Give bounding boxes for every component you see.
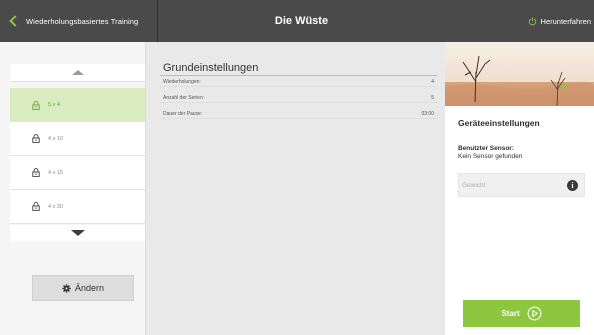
back-label: Wiederholungsbasiertes Training [26,16,139,26]
desert-image [445,42,594,106]
change-label: Ändern [74,283,105,293]
chevron-left-icon [9,15,21,27]
settings-key: Anzahl der Serien: [163,95,205,101]
program-sidebar: 5 x 4 4 x 10 4 x 15 4 x 30 Ändern [0,42,164,335]
device-settings-title: Geräteeinstellungen [458,118,540,128]
settings-value: 5 [431,95,434,101]
gear-icon [62,283,71,293]
back-button[interactable]: Wiederholungsbasiertes Training [8,15,139,27]
sidebar-item-4x10[interactable]: 4 x 10 [10,122,145,156]
change-button[interactable]: Ändern [32,275,134,301]
lock-icon [32,134,40,143]
chevron-down-icon [70,230,85,236]
device-panel: Geräteeinstellungen Benutzter Sensor: Ke… [445,42,594,335]
sidebar-item-label: 4 x 10 [48,135,63,142]
sidebar-item-label: 4 x 15 [48,169,63,176]
sidebar-item-4x15[interactable]: 4 x 15 [10,156,145,190]
weight-input[interactable] [462,181,552,189]
sidebar-item-4x30[interactable]: 4 x 30 [10,190,145,224]
scroll-down-button[interactable] [10,225,145,241]
info-icon[interactable]: i [567,179,578,191]
settings-row-repetitions: Wiederholungen: 4 [160,78,437,87]
sensor-label: Benutzter Sensor: [458,145,514,152]
start-label: Start [501,309,520,318]
settings-row-pause: Dauer der Pause: 03:00 [160,110,437,119]
settings-value: 03:00 [421,111,434,117]
title-divider [160,75,437,76]
settings-panel: Grundeinstellungen Wiederholungen: 4 Anz… [145,42,445,335]
shutdown-label: Herunterfahren [540,16,591,26]
settings-key: Dauer der Pause: [163,111,203,117]
lock-icon [32,168,40,177]
sidebar-item-label: 5 x 4 [48,102,60,108]
page-title: Die Wüste [274,15,329,27]
sidebar-item-label: 4 x 30 [48,203,63,210]
start-button[interactable]: Start [463,300,580,327]
lock-icon [32,100,40,110]
weight-field: i [458,173,585,197]
settings-key: Wiederholungen: [163,79,201,85]
sidebar-item-5x4[interactable]: 5 x 4 [10,88,164,122]
back-area: Wiederholungsbasiertes Training [0,0,158,42]
lock-icon [32,202,40,211]
sensor-value: Kein Sensor gefunden [458,153,523,160]
chevron-up-icon [71,70,84,75]
power-icon [528,17,536,25]
shutdown-button[interactable]: Herunterfahren [528,0,591,42]
top-bar: Wiederholungsbasiertes Training Die Wüst… [0,0,594,42]
play-icon [527,306,542,321]
scroll-up-button[interactable] [10,64,145,82]
settings-row-series: Anzahl der Serien: 5 [160,94,437,103]
settings-title: Grundeinstellungen [163,62,259,74]
settings-value: 4 [431,79,434,85]
